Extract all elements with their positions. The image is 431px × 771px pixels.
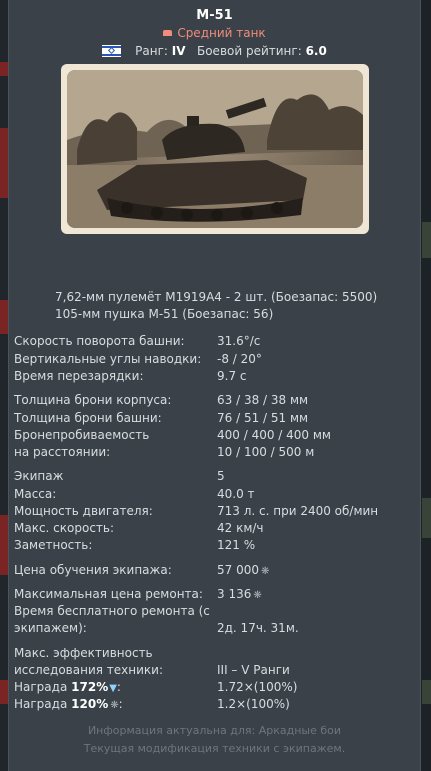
rank-row: Ранг: IV Боевой рейтинг: 6.0 <box>9 44 420 58</box>
stat-label: Толщина брони башни: <box>14 411 162 425</box>
vehicle-tooltip: M-51 Средний танк Ранг: IV Боевой рейтин… <box>8 0 421 771</box>
background-vehicle-card[interactable] <box>422 222 431 258</box>
stat-value: 2д. 17ч. 31м. <box>217 621 299 635</box>
armament-item: 7,62-мм пулемёт M1919A4 - 2 шт. (Боезапа… <box>55 290 378 304</box>
stat-label: Вертикальные углы наводки: <box>14 352 202 366</box>
stat-label: Время перезарядки: <box>14 369 144 383</box>
stat-label: Заметность: <box>14 538 93 552</box>
vehicle-type-row: Средний танк <box>9 26 420 40</box>
stat-value: 40.0 т <box>217 487 255 501</box>
silver-lions-icon: ❋ <box>110 700 119 711</box>
info-footer: Информация актуальна для: Аркадные бои Т… <box>9 722 420 758</box>
stat-value: 713 л. с. при 2400 об/мин <box>217 504 379 518</box>
footer-line: Информация актуальна для: Аркадные бои <box>87 724 342 737</box>
stat-label: Цена обучения экипажа: <box>14 563 172 577</box>
stat-value-text: 57 000 <box>217 563 259 577</box>
background-item <box>0 62 8 76</box>
stat-label: Скорость поворота башни: <box>14 334 185 348</box>
stat-value: 1.72×(100%) <box>217 680 298 694</box>
stat-label: Бронепробиваемость <box>14 428 150 442</box>
armament-list: 7,62-мм пулемёт M1919A4 - 2 шт. (Боезапа… <box>55 289 377 323</box>
stat-value: 400 / 400 / 400 мм <box>217 428 331 442</box>
stat-value: 76 / 51 / 51 мм <box>217 411 309 425</box>
background-item <box>0 680 8 704</box>
tank-photo-illustration <box>67 70 363 228</box>
stat-label: Время бесплатного ремонта (с <box>14 604 210 618</box>
background-vehicle-card[interactable] <box>422 498 431 538</box>
stat-value: 57 000 ❋ <box>217 563 269 577</box>
background-vehicle-card[interactable] <box>422 680 431 704</box>
israel-flag-icon <box>102 44 122 57</box>
stat-label: Награда 172%▼: <box>14 680 121 694</box>
stat-label: Макс. эффективность <box>14 646 153 660</box>
stat-label: Максимальная цена ремонта: <box>14 587 203 601</box>
vehicle-photo-frame <box>61 64 369 234</box>
footer-line: Текущая модификация техники с экипажем. <box>83 742 346 755</box>
silver-lions-icon: ❋ <box>261 566 270 577</box>
vehicle-name: M-51 <box>196 8 233 23</box>
vehicle-type: Средний танк <box>177 26 266 40</box>
stat-value: 3 136 ❋ <box>217 587 262 601</box>
reward-label: Награда <box>14 697 68 711</box>
stat-value: III – V Ранги <box>217 663 290 677</box>
background-item <box>0 515 8 575</box>
stat-label: Масса: <box>14 487 57 501</box>
stat-label: на расстоянии: <box>14 445 111 459</box>
stat-value: 31.6°/с <box>217 334 261 348</box>
battle-rating-label: Боевой рейтинг: <box>196 44 302 58</box>
stat-label: Толщина брони корпуса: <box>14 393 172 407</box>
stat-value: 121 % <box>217 538 256 552</box>
stat-label: Экипаж <box>14 469 64 483</box>
vehicle-photo <box>67 70 363 228</box>
stat-label: экипажем): <box>14 621 87 635</box>
stat-label: Награда 120% ❋: <box>14 697 123 711</box>
background-item <box>0 300 8 334</box>
battle-rating-value: 6.0 <box>305 44 327 58</box>
stat-value: 63 / 38 / 38 мм <box>217 393 309 407</box>
reward-percent: 120% <box>71 697 109 711</box>
stat-value: 1.2×(100%) <box>217 697 290 711</box>
research-points-icon: ▼ <box>109 683 117 694</box>
stat-value: 10 / 100 / 500 м <box>217 445 315 459</box>
rank-label: Ранг: <box>135 44 168 58</box>
background-item <box>0 128 8 198</box>
stat-label: исследования техники: <box>14 663 163 677</box>
armament-item: 105-мм пушка M-51 (Боезапас: 56) <box>55 307 274 321</box>
stat-value: -8 / 20° <box>217 352 262 366</box>
silver-lions-icon: ❋ <box>253 590 262 601</box>
background-right-strip <box>422 0 431 771</box>
stat-value: 42 км/ч <box>217 521 264 535</box>
reward-label: Награда <box>14 680 68 694</box>
reward-percent: 172% <box>71 680 109 694</box>
stat-label: Мощность двигателя: <box>14 504 153 518</box>
medium-tank-icon <box>163 29 173 36</box>
stat-value: 5 <box>217 469 225 483</box>
stat-label: Макс. скорость: <box>14 521 115 535</box>
stat-value-text: 3 136 <box>217 587 252 601</box>
rank-value: IV <box>171 44 186 58</box>
stat-value: 9.7 с <box>217 369 247 383</box>
background-left-strip <box>0 0 8 771</box>
